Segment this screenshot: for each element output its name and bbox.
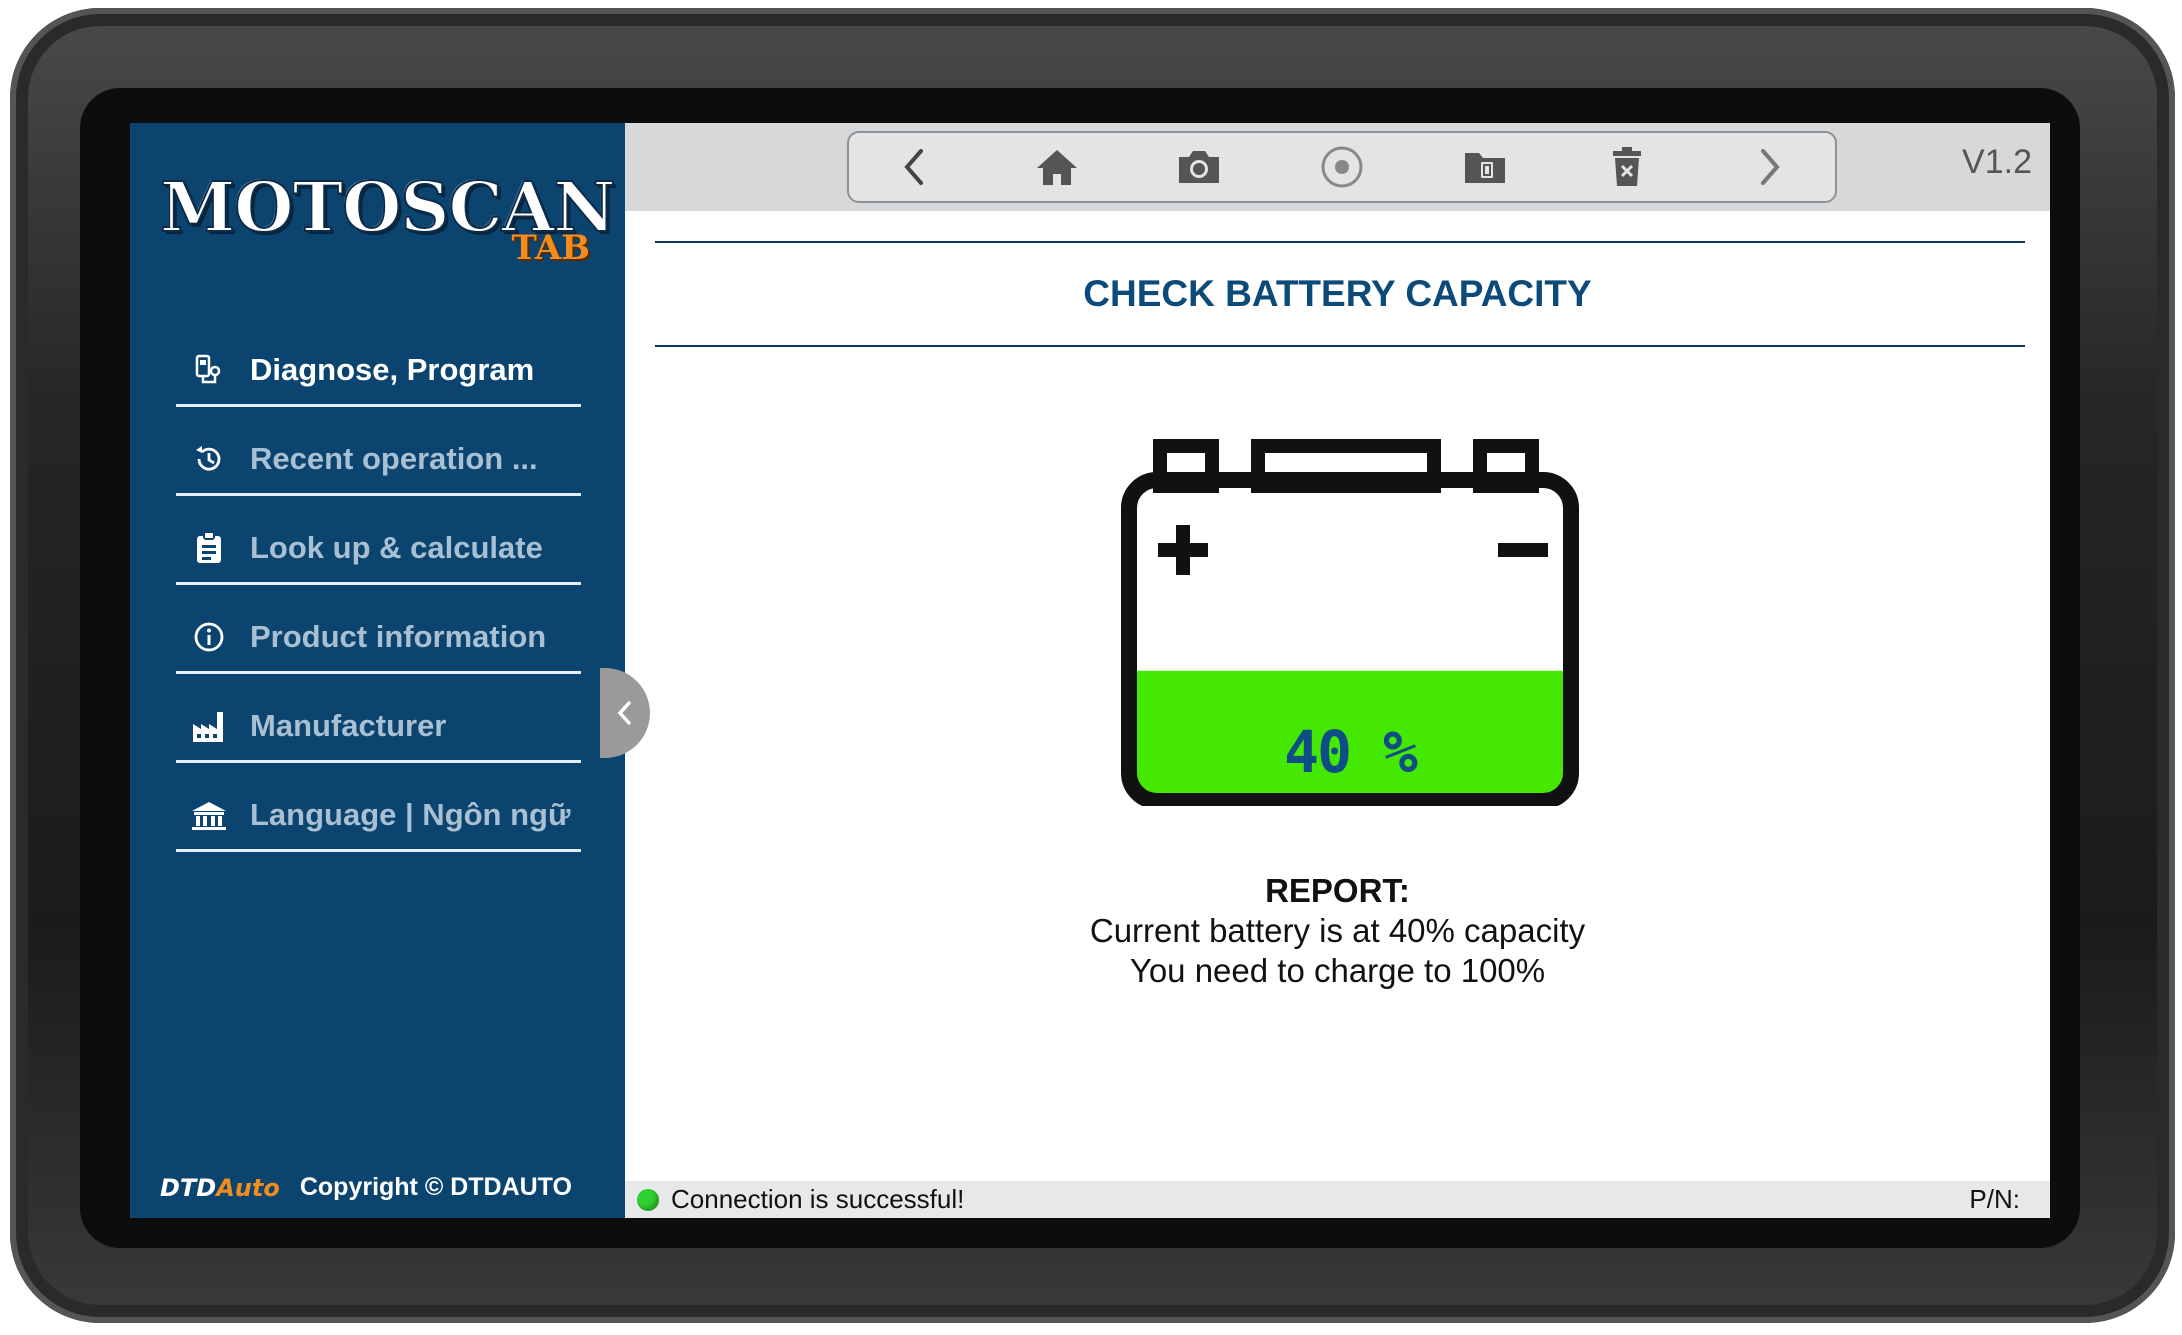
top-bar: V1.2 [625, 123, 2050, 211]
report-line-charge: You need to charge to 100% [1129, 952, 1546, 989]
diagnose-icon [184, 350, 234, 390]
sidebar-menu: Diagnose, Program Recent operation ... L… [176, 318, 581, 852]
connection-status-indicator [637, 1188, 659, 1211]
app-logo: MOTOSCAN TAB [159, 167, 616, 268]
report-title: REPORT: [1265, 872, 1410, 909]
delete-icon[interactable] [1592, 137, 1662, 197]
toolbar [847, 131, 1837, 203]
sidebar-item-label: Diagnose, Program [250, 352, 535, 387]
record-icon[interactable] [1307, 137, 1377, 197]
version-label: V1.2 [1962, 143, 2032, 181]
report-line-capacity: Current battery is at 40% capacity [1089, 912, 1586, 949]
connection-status-text: Connection is successful! [671, 1184, 965, 1214]
title-rule-bottom [655, 345, 2025, 347]
pn-label: P/N: [1969, 1184, 2020, 1214]
sidebar: MOTOSCAN TAB Diagnose, Program Recent op… [130, 123, 625, 1218]
sidebar-item-look-up[interactable]: Look up & calculate [176, 496, 581, 585]
sidebar-item-label: Recent operation ... [250, 441, 538, 476]
main-content: CHECK BATTERY CAPACITY 40 % REPORT: Curr… [625, 211, 2050, 1181]
status-bar: Connection is successful! P/N: [625, 1181, 2050, 1218]
sidebar-item-language[interactable]: Language | Ngôn ngữ [176, 763, 581, 852]
screen: MOTOSCAN TAB Diagnose, Program Recent op… [130, 123, 2050, 1218]
building-icon [184, 795, 234, 835]
battery-graphic: 40 % [1120, 436, 1580, 809]
sidebar-item-label: Language | Ngôn ngữ [250, 797, 571, 832]
history-icon [184, 439, 234, 479]
chevron-left-icon [617, 701, 631, 725]
info-icon [184, 617, 234, 657]
copyright-text: Copyright © DTDAUTO [299, 1173, 572, 1201]
home-icon[interactable] [1022, 137, 1092, 197]
sidebar-item-product-information[interactable]: Product information [176, 585, 581, 674]
sidebar-footer: DTDAuto Copyright © DTDAUTO [160, 1173, 572, 1202]
report-section: REPORT: Current battery is at 40% capaci… [625, 871, 2050, 991]
sidebar-item-label: Manufacturer [250, 708, 447, 743]
forward-icon[interactable] [1735, 137, 1805, 197]
sidebar-item-manufacturer[interactable]: Manufacturer [176, 674, 581, 763]
folder-icon[interactable] [1450, 137, 1520, 197]
back-icon[interactable] [879, 137, 949, 197]
camera-icon[interactable] [1164, 137, 1234, 197]
footer-brand-logo: DTDAuto [160, 1173, 280, 1202]
sidebar-item-label: Look up & calculate [250, 530, 543, 565]
clipboard-icon [184, 528, 234, 568]
logo-sub-text: TAB [511, 228, 590, 268]
title-rule-top [655, 241, 2025, 243]
factory-icon [184, 706, 234, 746]
page-title: CHECK BATTERY CAPACITY [1083, 273, 1592, 314]
sidebar-item-diagnose[interactable]: Diagnose, Program [176, 318, 581, 407]
sidebar-item-recent-operation[interactable]: Recent operation ... [176, 407, 581, 496]
battery-level-label: 40 % [1284, 718, 1418, 786]
sidebar-item-label: Product information [250, 619, 547, 654]
